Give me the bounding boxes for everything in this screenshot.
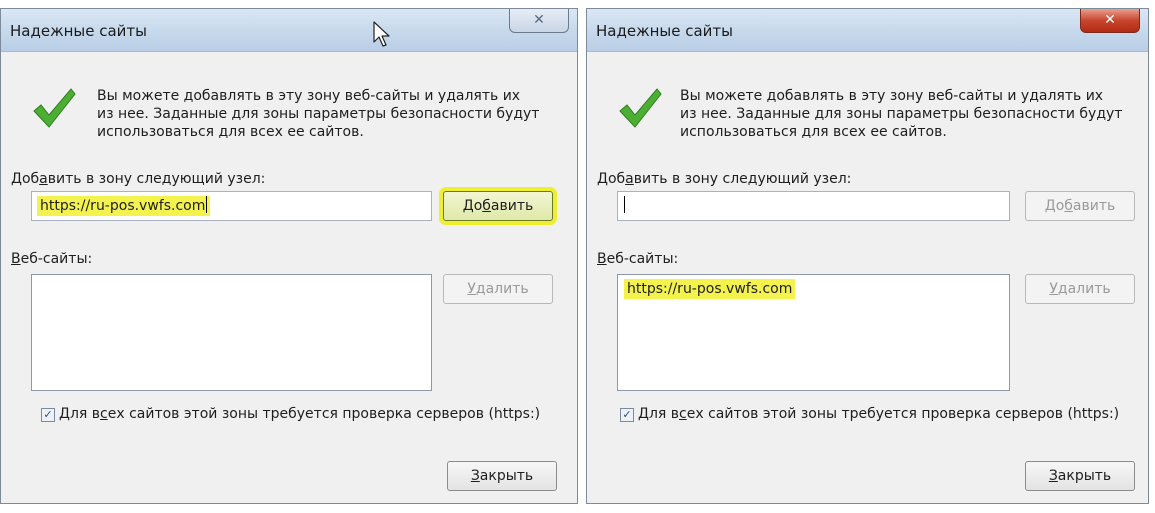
title-bar: Надежные сайты ✕ [1, 9, 577, 52]
info-text: Вы можете добавлять в эту зону веб-сайты… [680, 87, 1140, 141]
info-line: использоваться для всех ее сайтов. [680, 124, 947, 140]
info-line: Вы можете добавлять в эту зону веб-сайты… [680, 88, 1104, 104]
require-https-checkbox[interactable]: ✓ [620, 408, 634, 422]
add-button[interactable]: Добавить [443, 191, 553, 221]
window-close-button[interactable]: ✕ [1080, 9, 1140, 33]
close-icon: ✕ [1104, 12, 1116, 28]
info-line: Вы можете добавлять в эту зону веб-сайты… [97, 88, 521, 104]
websites-label: Веб-сайты: [11, 251, 93, 267]
info-line: из нее. Заданные для зоны параметры безо… [97, 106, 540, 122]
add-button[interactable]: Добавить [1025, 191, 1135, 221]
window-close-button[interactable]: ✕ [509, 9, 569, 33]
add-site-input[interactable]: https://ru-pos.vwfs.com [31, 191, 432, 221]
info-line: использоваться для всех ее сайтов. [97, 124, 364, 140]
websites-label: Веб-сайты: [597, 251, 679, 267]
checkmark-icon [619, 88, 662, 128]
checkmark-icon [33, 88, 76, 128]
close-button[interactable]: Закрыть [447, 461, 557, 491]
trusted-sites-dialog-left: Надежные сайты ✕ Вы можете добавлять в э… [0, 8, 578, 504]
require-https-label[interactable]: Для всех сайтов этой зоны требуется пров… [59, 406, 540, 422]
add-site-label: Добавить в зону следующий узел: [597, 171, 852, 187]
websites-list[interactable] [31, 274, 432, 391]
title-bar: Надежные сайты ✕ [587, 9, 1148, 52]
text-caret [624, 196, 625, 213]
list-item[interactable]: https://ru-pos.vwfs.com [624, 279, 796, 299]
trusted-sites-dialog-right: Надежные сайты ✕ Вы можете добавлять в э… [586, 8, 1149, 504]
require-https-checkbox[interactable]: ✓ [41, 408, 55, 422]
dialog-title: Надежные сайты [596, 22, 733, 40]
add-site-input[interactable] [617, 191, 1010, 221]
require-https-label[interactable]: Для всех сайтов этой зоны требуется пров… [638, 406, 1119, 422]
input-value-highlight: https://ru-pos.vwfs.com [37, 196, 211, 216]
websites-list[interactable]: https://ru-pos.vwfs.com [617, 274, 1010, 391]
remove-button[interactable]: Удалить [443, 274, 553, 304]
dialog-title: Надежные сайты [10, 22, 147, 40]
add-site-label: Добавить в зону следующий узел: [11, 171, 266, 187]
mouse-pointer-icon [373, 21, 390, 47]
close-button[interactable]: Закрыть [1025, 461, 1135, 491]
info-text: Вы можете добавлять в эту зону веб-сайты… [97, 87, 567, 141]
remove-button[interactable]: Удалить [1025, 274, 1135, 304]
info-line: из нее. Заданные для зоны параметры безо… [680, 106, 1123, 122]
close-icon: ✕ [533, 12, 545, 28]
text-caret [206, 196, 208, 213]
